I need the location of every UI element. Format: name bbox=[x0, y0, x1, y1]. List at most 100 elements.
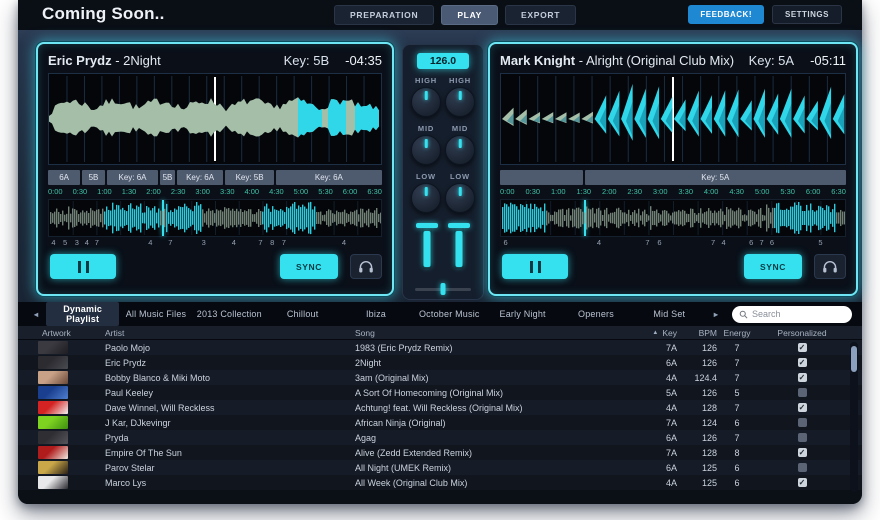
table-row[interactable]: Empire Of The SunAlive (Zedd Extended Re… bbox=[18, 445, 862, 460]
deck-track-title: Eric Prydz - 2Night bbox=[48, 53, 284, 68]
eq-high-knob-left[interactable] bbox=[411, 87, 441, 117]
nav-tab-export[interactable]: EXPORT bbox=[505, 5, 576, 25]
table-row[interactable]: J Kar, DJkevingrAfrican Ninja (Original)… bbox=[18, 415, 862, 430]
bpm-cell: 126 bbox=[677, 343, 717, 353]
artwork-thumbnail bbox=[38, 461, 68, 474]
bpm-cell: 126 bbox=[677, 358, 717, 368]
table-row[interactable]: Paolo Mojo1983 (Eric Prydz Remix)7A1267✓ bbox=[18, 340, 862, 355]
artist-cell: Eric Prydz bbox=[105, 358, 355, 368]
table-row[interactable]: Dave Winnel, Will RecklessAchtung! feat.… bbox=[18, 400, 862, 415]
playlist-tab-october-music[interactable]: October Music bbox=[413, 302, 486, 326]
playlist-tab-chillout[interactable]: Chillout bbox=[266, 302, 339, 326]
scrollbar-thumb[interactable] bbox=[851, 346, 857, 372]
crossfader-handle[interactable] bbox=[441, 283, 446, 295]
headphones-icon bbox=[358, 260, 374, 273]
song-cell: Achtung! feat. Will Reckless (Original M… bbox=[355, 403, 627, 413]
headphones-button[interactable] bbox=[814, 254, 846, 279]
search-input[interactable] bbox=[752, 309, 845, 319]
song-cell: A Sort Of Homecoming (Original Mix) bbox=[355, 388, 627, 398]
eq-high-knob-right[interactable] bbox=[445, 87, 475, 117]
feedback-button[interactable]: FEEDBACK! bbox=[688, 5, 764, 24]
personalized-checkbox[interactable]: ✓ bbox=[798, 343, 807, 352]
pause-icon bbox=[530, 261, 541, 273]
tabs-scroll-right-icon[interactable]: ► bbox=[708, 310, 724, 319]
deck-key-label: Key: 5B bbox=[284, 53, 330, 68]
eq-low-label: LOW bbox=[445, 172, 475, 181]
eq-mid-knob-right[interactable] bbox=[445, 135, 475, 165]
headphones-button[interactable] bbox=[350, 254, 382, 279]
personalized-checkbox[interactable] bbox=[798, 418, 807, 427]
scrollbar-track[interactable] bbox=[850, 342, 858, 492]
column-header-artist[interactable]: Artist bbox=[105, 328, 355, 338]
playlist-tab-ibiza[interactable]: Ibiza bbox=[339, 302, 412, 326]
eq-low-knob-left[interactable] bbox=[411, 183, 441, 213]
column-header-key[interactable]: ▲Key bbox=[627, 328, 677, 338]
table-row[interactable]: PrydaAgag6A1267 bbox=[18, 430, 862, 445]
key-segment: Key: 6A bbox=[177, 170, 224, 185]
table-row[interactable]: Marco LysAll Week (Original Club Mix)4A1… bbox=[18, 475, 862, 490]
playlist-tab-openers[interactable]: Openers bbox=[559, 302, 632, 326]
energy-marks: 4534747347874 bbox=[48, 238, 382, 248]
column-header-energy[interactable]: Energy bbox=[717, 328, 757, 338]
sync-button[interactable]: SYNC bbox=[744, 254, 802, 279]
eq-low-label: LOW bbox=[411, 172, 441, 181]
bpm-display: 126.0 bbox=[417, 53, 469, 69]
eq-mid-label: MID bbox=[445, 124, 475, 133]
deck-track-name: Alright (Original Club Mix) bbox=[586, 53, 734, 68]
app-window: Coming Soon.. PREPARATIONPLAYEXPORT FEED… bbox=[18, 0, 862, 504]
table-row[interactable]: Eric Prydz2Night6A1267✓ bbox=[18, 355, 862, 370]
column-header-song[interactable]: Song bbox=[355, 328, 627, 338]
overview-waveform[interactable] bbox=[48, 199, 382, 237]
search-icon bbox=[739, 310, 748, 319]
energy-cell: 7 bbox=[717, 373, 757, 383]
key-cell: 6A bbox=[627, 358, 677, 368]
artist-cell: Parov Stelar bbox=[105, 463, 355, 473]
fader-left-handle[interactable] bbox=[416, 223, 438, 228]
personalized-checkbox[interactable] bbox=[798, 463, 807, 472]
table-row[interactable]: Paul KeeleyA Sort Of Homecoming (Origina… bbox=[18, 385, 862, 400]
playlist-tab-all-music-files[interactable]: All Music Files bbox=[119, 302, 192, 326]
bpm-cell: 124 bbox=[677, 418, 717, 428]
song-cell: 1983 (Eric Prydz Remix) bbox=[355, 343, 627, 353]
fader-left[interactable] bbox=[416, 223, 438, 269]
settings-button[interactable]: SETTINGS bbox=[772, 5, 842, 24]
song-cell: Alive (Zedd Extended Remix) bbox=[355, 448, 627, 458]
personalized-checkbox[interactable]: ✓ bbox=[798, 358, 807, 367]
personalized-checkbox[interactable]: ✓ bbox=[798, 403, 807, 412]
personalized-checkbox[interactable]: ✓ bbox=[798, 478, 807, 487]
playlist-tab-2013-collection[interactable]: 2013 Collection bbox=[193, 302, 266, 326]
fader-right[interactable] bbox=[448, 223, 470, 269]
playlist-tab-dynamic-playlist[interactable]: Dynamic Playlist bbox=[46, 302, 119, 326]
headphones-icon bbox=[822, 260, 838, 273]
nav-tab-preparation[interactable]: PREPARATION bbox=[334, 5, 434, 25]
table-row[interactable]: Parov StelarAll Night (UMEK Remix)6A1256 bbox=[18, 460, 862, 475]
personalized-checkbox[interactable] bbox=[798, 433, 807, 442]
pause-button[interactable] bbox=[502, 254, 568, 279]
column-header-bpm[interactable]: BPM bbox=[677, 328, 717, 338]
overview-waveform[interactable] bbox=[500, 199, 846, 237]
key-cell: 7A bbox=[627, 343, 677, 353]
personalized-checkbox[interactable]: ✓ bbox=[798, 448, 807, 457]
deck-time-remaining: -05:11 bbox=[810, 53, 846, 68]
main-waveform[interactable] bbox=[500, 73, 846, 165]
column-header-artwork[interactable]: Artwork bbox=[18, 328, 105, 338]
eq-low-knob-right[interactable] bbox=[445, 183, 475, 213]
playlist-tab-early-night[interactable]: Early Night bbox=[486, 302, 559, 326]
bpm-cell: 128 bbox=[677, 403, 717, 413]
crossfader[interactable] bbox=[415, 283, 471, 295]
eq-mid-knob-left[interactable] bbox=[411, 135, 441, 165]
main-waveform[interactable] bbox=[48, 73, 382, 165]
deck-right: Mark Knight - Alright (Original Club Mix… bbox=[488, 42, 858, 296]
table-row[interactable]: Bobby Blanco & Miki Moto3am (Original Mi… bbox=[18, 370, 862, 385]
playlist-tab-mid-set[interactable]: Mid Set bbox=[633, 302, 706, 326]
nav-tab-play[interactable]: PLAY bbox=[441, 5, 498, 25]
tabs-scroll-left-icon[interactable]: ◄ bbox=[28, 310, 44, 319]
sync-button[interactable]: SYNC bbox=[280, 254, 338, 279]
personalized-checkbox[interactable]: ✓ bbox=[798, 373, 807, 382]
pause-button[interactable] bbox=[50, 254, 116, 279]
fader-right-handle[interactable] bbox=[448, 223, 470, 228]
personalized-checkbox[interactable] bbox=[798, 388, 807, 397]
energy-cell: 6 bbox=[717, 418, 757, 428]
artist-cell: Empire Of The Sun bbox=[105, 448, 355, 458]
column-header-personalized[interactable]: Personalized bbox=[757, 328, 847, 338]
